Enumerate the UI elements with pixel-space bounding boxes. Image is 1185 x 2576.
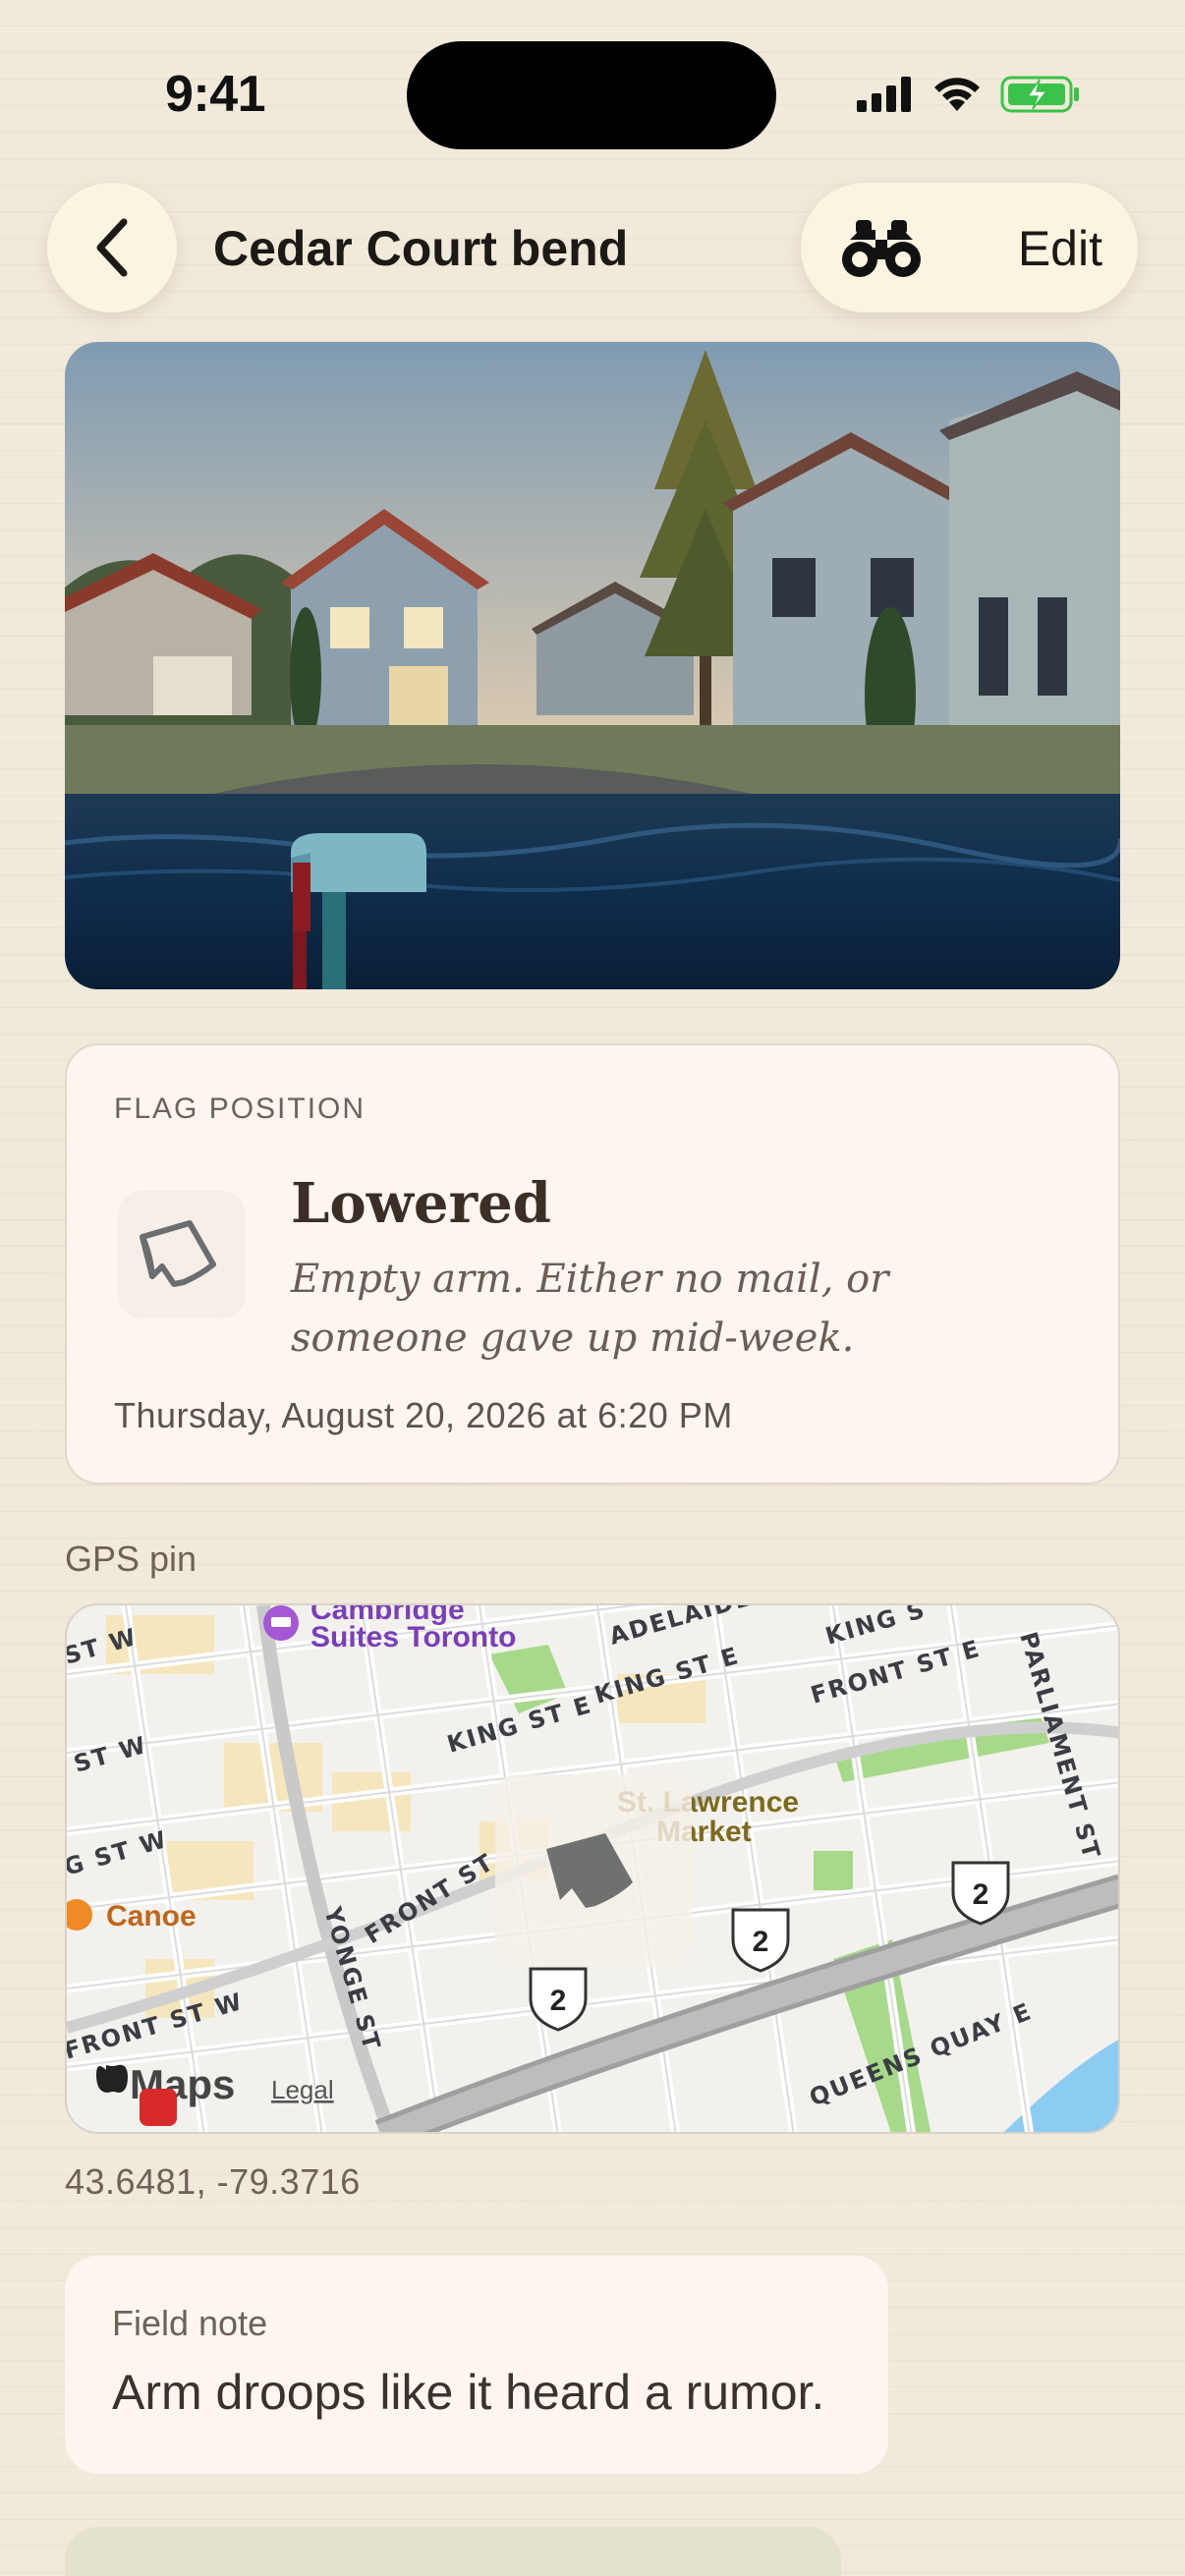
page-title: Cedar Court bend bbox=[213, 221, 629, 276]
restaurant-pin-icon bbox=[67, 1899, 92, 1931]
svg-text:2: 2 bbox=[973, 1878, 989, 1911]
status-icons bbox=[857, 75, 1081, 114]
svg-text:2: 2 bbox=[550, 1985, 567, 2017]
svg-text:2: 2 bbox=[753, 1926, 769, 1958]
street-label: PARLIAMENT ST bbox=[1014, 1629, 1105, 1863]
lowered-flag-icon bbox=[140, 1220, 216, 1287]
highway-shield-icon: 2 bbox=[529, 1967, 588, 2032]
flag-position-caption: FLAG POSITION bbox=[114, 1092, 367, 1125]
street-label: KING ST E bbox=[444, 1691, 595, 1759]
field-note-label: Field note bbox=[112, 2303, 268, 2343]
gps-coordinates: 43.6481, -79.3716 bbox=[65, 2161, 361, 2202]
edit-button[interactable]: Edit bbox=[1018, 220, 1102, 277]
street-label: KING S bbox=[822, 1605, 930, 1651]
gps-label: GPS pin bbox=[65, 1539, 198, 1579]
battery-charging-icon bbox=[1000, 76, 1079, 113]
cellular-signal-icon bbox=[857, 77, 911, 112]
street-label: G ST W bbox=[67, 1825, 171, 1881]
binoculars-button[interactable] bbox=[840, 218, 923, 284]
street-label: FRONT ST W bbox=[67, 1988, 247, 2065]
wifi-icon bbox=[934, 78, 980, 111]
flag-timestamp: Thursday, August 20, 2026 at 6:20 PM bbox=[114, 1395, 733, 1435]
map-pin-marker bbox=[495, 1774, 692, 1967]
flag-description: Empty arm. Either no mail, or someone ga… bbox=[291, 1257, 889, 1361]
binoculars-icon bbox=[842, 220, 921, 277]
street-label: QUEENS QUAY E bbox=[806, 1997, 1037, 2112]
gps-map[interactable]: ADELAIDE KING ST E KING ST E KING S FRON… bbox=[65, 1603, 1120, 2134]
field-note-card: Field note Arm droops like it heard a ru… bbox=[65, 2256, 888, 2474]
back-button[interactable] bbox=[47, 183, 177, 312]
header-actions: Edit bbox=[801, 183, 1138, 312]
chevron-left-icon bbox=[96, 218, 128, 277]
tourism-badge-icon bbox=[140, 2089, 177, 2126]
highway-shield-icon: 2 bbox=[951, 1861, 1010, 1926]
next-card-peek bbox=[65, 2527, 841, 2576]
field-note-text: Arm droops like it heard a rumor. bbox=[112, 2365, 825, 2420]
lowered-flag-icon bbox=[546, 1833, 633, 1908]
street-label: ST W bbox=[67, 1623, 141, 1670]
status-time: 9:41 bbox=[165, 66, 266, 123]
flag-position-card: FLAG POSITION Lowered Empty arm. Either … bbox=[65, 1043, 1120, 1484]
highway-shield-icon: 2 bbox=[731, 1908, 790, 1973]
flag-icon-container bbox=[118, 1191, 246, 1318]
apple-logo-icon bbox=[96, 2064, 128, 2093]
flag-state: Lowered bbox=[291, 1171, 551, 1236]
street-label: KING ST E bbox=[592, 1642, 743, 1709]
street-label: ST W bbox=[71, 1731, 150, 1778]
legal-link: Legal bbox=[271, 2075, 334, 2104]
mailbox-photo bbox=[65, 342, 1120, 989]
dynamic-island bbox=[407, 41, 776, 149]
poi-label: Canoe bbox=[106, 1900, 197, 1932]
poi-label: Suites Toronto bbox=[310, 1621, 516, 1653]
street-label: FRONT ST bbox=[360, 1848, 499, 1949]
